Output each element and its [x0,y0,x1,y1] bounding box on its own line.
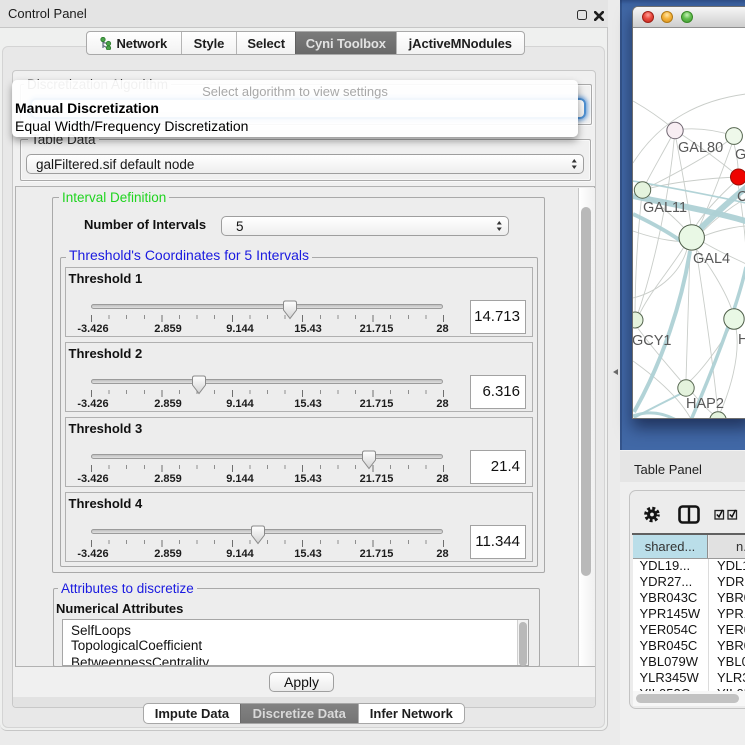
svg-text:H: H [738,332,745,348]
svg-text:GCY1: GCY1 [633,333,672,349]
svg-text:C: C [737,189,745,205]
svg-text:GAL80: GAL80 [678,140,723,156]
svg-text:HAP2: HAP2 [686,396,724,412]
svg-text:GAL4: GAL4 [693,251,730,267]
svg-text:G...: G... [735,147,745,163]
svg-text:GAL11: GAL11 [643,200,687,216]
